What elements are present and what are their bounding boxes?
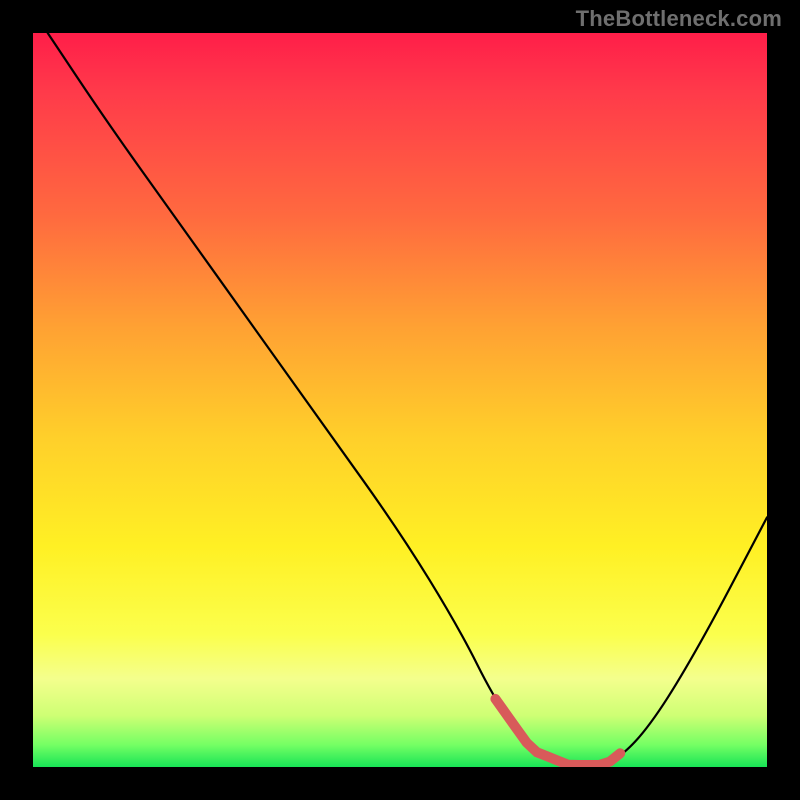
bottleneck-curve-line [48,33,767,767]
watermark-text: TheBottleneck.com [576,6,782,32]
valley-highlight-line [495,699,620,765]
curve-svg [33,33,767,767]
chart-frame: TheBottleneck.com [0,0,800,800]
plot-area [33,33,767,767]
